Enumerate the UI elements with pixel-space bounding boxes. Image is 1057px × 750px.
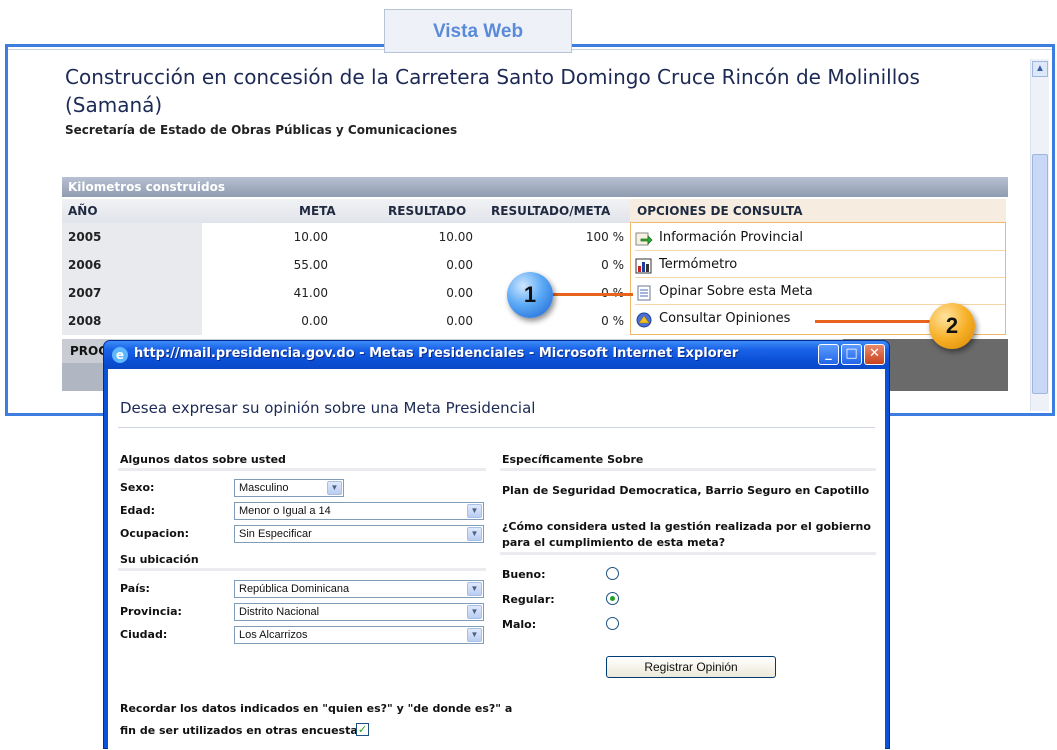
question-line2: para el cumplimiento de esta meta? bbox=[502, 536, 726, 549]
option-label[interactable]: Termómetro bbox=[659, 257, 737, 272]
opinions-icon bbox=[635, 311, 653, 327]
regular-radio[interactable] bbox=[606, 592, 619, 605]
option-label[interactable]: Información Provincial bbox=[659, 230, 803, 245]
row-resultado: 0.00 bbox=[446, 314, 473, 328]
malo-label: Malo: bbox=[502, 618, 537, 631]
callout-2-badge: 2 bbox=[929, 303, 975, 349]
chevron-down-icon[interactable]: ▼ bbox=[467, 605, 482, 619]
ocupacion-select[interactable]: Sin Especificar ▼ bbox=[234, 525, 484, 543]
scroll-up-icon[interactable]: ▲ bbox=[1032, 61, 1048, 77]
specific-divider bbox=[500, 468, 876, 471]
row-resultado: 0.00 bbox=[446, 258, 473, 272]
remember-checkbox[interactable]: ✓ bbox=[356, 723, 369, 736]
option-label[interactable]: Consultar Opiniones bbox=[659, 311, 790, 326]
col-meta-header: META bbox=[299, 204, 336, 218]
chevron-down-icon[interactable]: ▼ bbox=[327, 481, 342, 495]
specific-header: Específicamente Sobre bbox=[502, 453, 644, 466]
row-ratio: 100 % bbox=[585, 230, 624, 244]
row-resultado: 0.00 bbox=[446, 286, 473, 300]
location-header: Su ubicación bbox=[120, 553, 199, 566]
regular-label: Regular: bbox=[502, 593, 555, 606]
question-divider bbox=[500, 552, 876, 555]
location-divider bbox=[118, 568, 486, 571]
option-termometro[interactable]: Termómetro bbox=[635, 251, 1005, 278]
bar-chart-icon bbox=[635, 257, 653, 273]
row-year: 2008 bbox=[68, 314, 102, 328]
row-meta: 0.00 bbox=[301, 314, 328, 328]
options-header: OPCIONES DE CONSULTA bbox=[630, 199, 1006, 223]
row-resultado: 10.00 bbox=[438, 230, 473, 244]
provincia-value: Distrito Nacional bbox=[239, 606, 320, 618]
registrar-opinion-button[interactable]: Registrar Opinión bbox=[606, 656, 776, 678]
callout-1-connector bbox=[553, 293, 633, 296]
row-year: 2007 bbox=[68, 286, 102, 300]
col-year-header: AÑO bbox=[68, 204, 98, 218]
plan-text: Plan de Seguridad Democratica, Barrio Se… bbox=[502, 484, 870, 497]
scroll-thumb[interactable] bbox=[1032, 154, 1048, 394]
km-table-caption: Kilometros construidos bbox=[62, 177, 1008, 197]
ocupacion-label: Ocupacion: bbox=[120, 527, 190, 540]
dialog-heading: Desea expresar su opinión sobre una Meta… bbox=[120, 399, 536, 417]
about-you-divider bbox=[118, 468, 486, 471]
ciudad-label: Ciudad: bbox=[120, 628, 168, 641]
callout-1-badge: 1 bbox=[507, 272, 553, 318]
page-title: Construcción en concesión de la Carreter… bbox=[65, 65, 920, 117]
col-resultado-header: RESULTADO bbox=[388, 204, 467, 218]
option-label[interactable]: Opinar Sobre esta Meta bbox=[659, 284, 813, 299]
row-meta: 10.00 bbox=[293, 230, 328, 244]
row-year: 2005 bbox=[68, 230, 102, 244]
malo-radio[interactable] bbox=[606, 617, 619, 630]
sexo-value: Masculino bbox=[239, 482, 289, 494]
ie-title-text: http://mail.presidencia.gov.do - Metas P… bbox=[134, 346, 739, 361]
remember-text-line1: Recordar los datos indicados en "quien e… bbox=[120, 702, 513, 715]
ie-dialog-window: e http://mail.presidencia.gov.do - Metas… bbox=[103, 340, 890, 750]
sexo-select[interactable]: Masculino ▼ bbox=[234, 479, 344, 497]
heading-separator bbox=[118, 427, 875, 428]
info-arrow-icon bbox=[635, 230, 653, 246]
sexo-label: Sexo: bbox=[120, 481, 155, 494]
provincia-select[interactable]: Distrito Nacional ▼ bbox=[234, 603, 484, 621]
chevron-down-icon[interactable]: ▼ bbox=[467, 504, 482, 518]
chevron-down-icon[interactable]: ▼ bbox=[467, 582, 482, 596]
provincia-label: Provincia: bbox=[120, 605, 182, 618]
chevron-down-icon[interactable]: ▼ bbox=[467, 628, 482, 642]
bueno-radio[interactable] bbox=[606, 567, 619, 580]
bueno-label: Bueno: bbox=[502, 568, 546, 581]
edad-value: Menor o Igual a 14 bbox=[239, 505, 331, 517]
close-button[interactable]: ✕ bbox=[864, 344, 885, 365]
remember-text-line2: fin de ser utilizados en otras encuestas bbox=[120, 724, 365, 737]
ie-dialog-body: Desea expresar su opinión sobre una Meta… bbox=[108, 369, 885, 750]
ocupacion-value: Sin Especificar bbox=[239, 528, 312, 540]
about-you-header: Algunos datos sobre usted bbox=[120, 453, 286, 466]
pais-value: República Dominicana bbox=[239, 583, 350, 595]
option-informacion-provincial[interactable]: Información Provincial bbox=[635, 224, 1005, 251]
row-year: 2006 bbox=[68, 258, 102, 272]
maximize-button[interactable]: □ bbox=[841, 344, 862, 365]
callout-2-connector bbox=[815, 320, 935, 323]
ie-titlebar[interactable]: e http://mail.presidencia.gov.do - Metas… bbox=[104, 341, 889, 369]
ie-logo-icon: e bbox=[112, 347, 128, 363]
edad-select[interactable]: Menor o Igual a 14 ▼ bbox=[234, 502, 484, 520]
document-icon bbox=[635, 284, 653, 300]
edad-label: Edad: bbox=[120, 504, 156, 517]
chevron-down-icon[interactable]: ▼ bbox=[467, 527, 482, 541]
row-meta: 55.00 bbox=[293, 258, 328, 272]
row-meta: 41.00 bbox=[293, 286, 328, 300]
option-opinar[interactable]: Opinar Sobre esta Meta bbox=[635, 278, 1005, 305]
pais-select[interactable]: República Dominicana ▼ bbox=[234, 580, 484, 598]
vista-web-label: Vista Web bbox=[384, 9, 572, 53]
ciudad-value: Los Alcarrizos bbox=[239, 629, 308, 641]
pais-label: País: bbox=[120, 582, 150, 595]
ciudad-select[interactable]: Los Alcarrizos ▼ bbox=[234, 626, 484, 644]
minimize-button[interactable]: _ bbox=[818, 344, 839, 365]
vertical-scrollbar[interactable]: ▲ bbox=[1030, 59, 1049, 411]
question-line1: ¿Cómo considera usted la gestión realiza… bbox=[502, 520, 871, 533]
page-subtitle: Secretaría de Estado de Obras Públicas y… bbox=[65, 123, 458, 137]
col-ratio-header: RESULTADO/META bbox=[491, 204, 611, 218]
